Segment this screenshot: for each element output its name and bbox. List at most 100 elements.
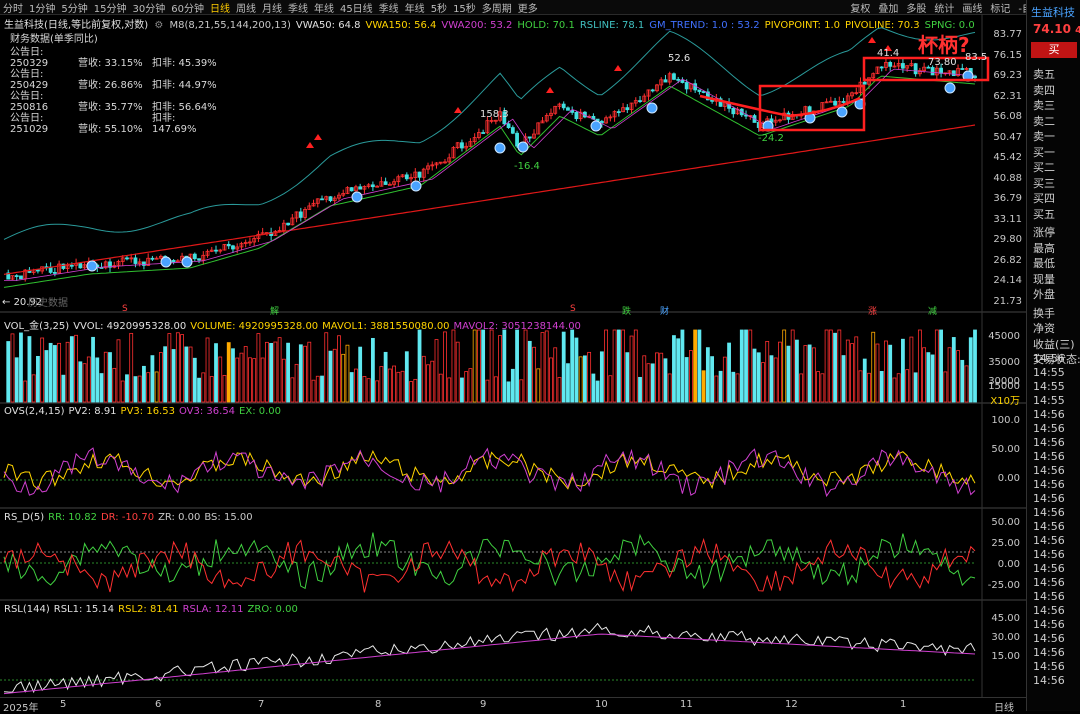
price-axis-label: 33.11 (993, 213, 1022, 225)
indicator-name: VOL_金(3,25) (4, 321, 70, 332)
volume-bar (264, 341, 269, 403)
volume-bar (629, 335, 634, 403)
period-label[interactable]: 日线 (994, 699, 1014, 714)
indicator-name: RS_D(5) (4, 512, 45, 523)
volume-bar (621, 329, 625, 403)
rsl-title: RSL(144) RSL1: 15.14 RSL2: 81.41 RSLA: 12.1… (4, 604, 302, 615)
candle-body (133, 257, 138, 264)
volume-bar (968, 337, 973, 403)
candle-body (52, 272, 57, 274)
candle-body (197, 258, 201, 261)
volume-bar (154, 371, 159, 403)
volume-bar (175, 332, 180, 403)
volume-bar (820, 373, 825, 403)
volume-bar (561, 331, 566, 403)
volume-bar (875, 343, 880, 403)
volume-bar (587, 351, 592, 403)
chart-area[interactable] (0, 0, 1026, 697)
candle-body (951, 70, 956, 77)
candle-body (69, 264, 74, 267)
indicator-value: EX: 0.00 (239, 406, 282, 417)
event-marker[interactable]: S (570, 304, 576, 314)
volume-bar (294, 363, 299, 403)
tick-time: 14:56 (1033, 436, 1065, 449)
volume-bar (625, 352, 630, 403)
volume-bar (595, 380, 600, 403)
volume-bar (850, 343, 854, 403)
signal-circle (944, 82, 956, 94)
tick-time: 14:56 (1033, 464, 1065, 477)
volume-bar (23, 380, 28, 403)
candle-body (731, 107, 736, 115)
volume-bar (633, 329, 638, 403)
volume-bar (460, 377, 464, 403)
volume-bar (485, 379, 490, 403)
tick-time: 14:56 (1033, 604, 1065, 617)
volume-bar (672, 335, 676, 403)
candle-body (650, 89, 655, 92)
tick-time: 14:55 (1033, 380, 1065, 393)
volume-bar (476, 329, 481, 403)
volume-bar (201, 372, 206, 403)
volume-bar (506, 381, 511, 403)
candle-body (566, 107, 570, 111)
quote-field: 涨停 (1033, 226, 1055, 239)
event-marker[interactable]: 跌 (622, 304, 631, 317)
volume-bar (40, 337, 45, 403)
tick-time: 14:56 (1033, 492, 1065, 505)
quote-stock-name[interactable]: 生益科技 (1031, 4, 1075, 20)
volume-bar (489, 329, 494, 403)
volume-bar (782, 329, 787, 403)
volume-bar (366, 378, 371, 403)
event-marker[interactable]: 财 (660, 304, 669, 317)
candle-body (231, 245, 235, 250)
volume-bar (557, 377, 562, 403)
volume-bar (811, 347, 816, 403)
volume-bar (917, 329, 922, 403)
indicator-axis-label: 15000 (988, 381, 1020, 392)
volume-bar (892, 377, 897, 403)
volume-bar (803, 345, 808, 403)
volume-bar (667, 373, 672, 403)
volume-bar (544, 330, 549, 403)
quote-field: 卖四 (1033, 83, 1055, 97)
volume-bar (197, 377, 201, 403)
event-marker[interactable]: 解 (270, 304, 279, 317)
volume-bar (714, 375, 719, 403)
event-marker[interactable]: 减 (928, 304, 937, 317)
signal-circle (160, 256, 172, 268)
volume-bar (125, 374, 129, 403)
volume-bar (833, 332, 837, 403)
volume-bar (205, 337, 210, 403)
volume-bar (379, 366, 384, 403)
time-axis-label: 12 (785, 699, 798, 710)
signal-circle (590, 120, 602, 132)
volume-bar (303, 345, 307, 403)
volume-bar (277, 337, 282, 403)
volume-bar (324, 332, 329, 403)
volume-bar (583, 355, 587, 403)
volume-bar (701, 370, 706, 403)
volume-bar (956, 350, 960, 403)
volume-bar (578, 356, 583, 403)
time-axis-label: 9 (480, 699, 487, 710)
indicator-value: RSL1: 15.14 (53, 604, 115, 615)
buy-button[interactable]: 买 (1031, 42, 1077, 58)
candle-body (36, 269, 40, 272)
volume-bar (684, 357, 689, 403)
signal-circle (646, 102, 658, 114)
volume-bar (214, 343, 218, 403)
event-marker[interactable]: S (122, 304, 128, 314)
volume-bar (676, 338, 681, 403)
volume-bar (116, 339, 121, 403)
candle-body (320, 198, 324, 201)
rsl-line (3, 622, 976, 694)
signal-circle (351, 191, 363, 203)
volume-bar (158, 352, 163, 403)
volume-bar (761, 362, 765, 403)
event-marker[interactable]: 涨 (868, 304, 877, 317)
tick-time: 14:56 (1033, 632, 1065, 645)
volume-bar (693, 329, 698, 403)
indicator-value: VOLUME: 4920995328.00 (190, 321, 319, 332)
volume-bar (532, 346, 536, 403)
